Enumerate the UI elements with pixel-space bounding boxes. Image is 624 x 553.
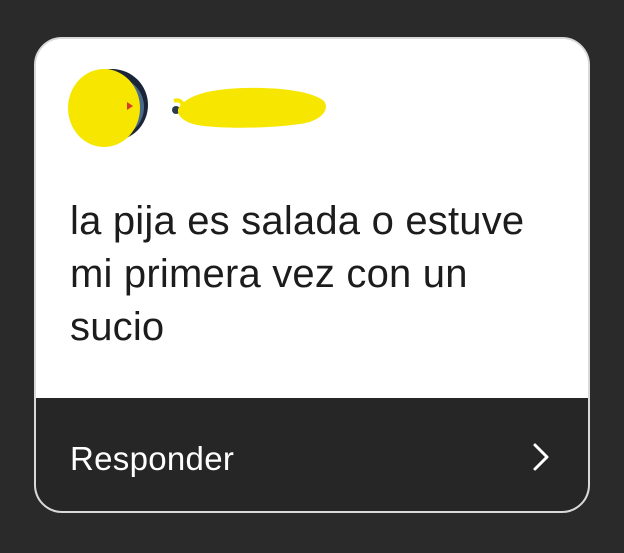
message-card: la pija es salada o estuve mi primera ve… <box>34 37 590 513</box>
chevron-right-icon <box>533 443 549 471</box>
avatar-redacted-icon <box>68 69 148 147</box>
username-redacted <box>172 87 326 128</box>
reply-label: Responder <box>70 440 235 477</box>
reply-button[interactable]: Responder <box>36 398 588 511</box>
message-text: la pija es salada o estuve mi primera ve… <box>70 199 525 349</box>
message-card-body: la pija es salada o estuve mi primera ve… <box>36 39 588 398</box>
